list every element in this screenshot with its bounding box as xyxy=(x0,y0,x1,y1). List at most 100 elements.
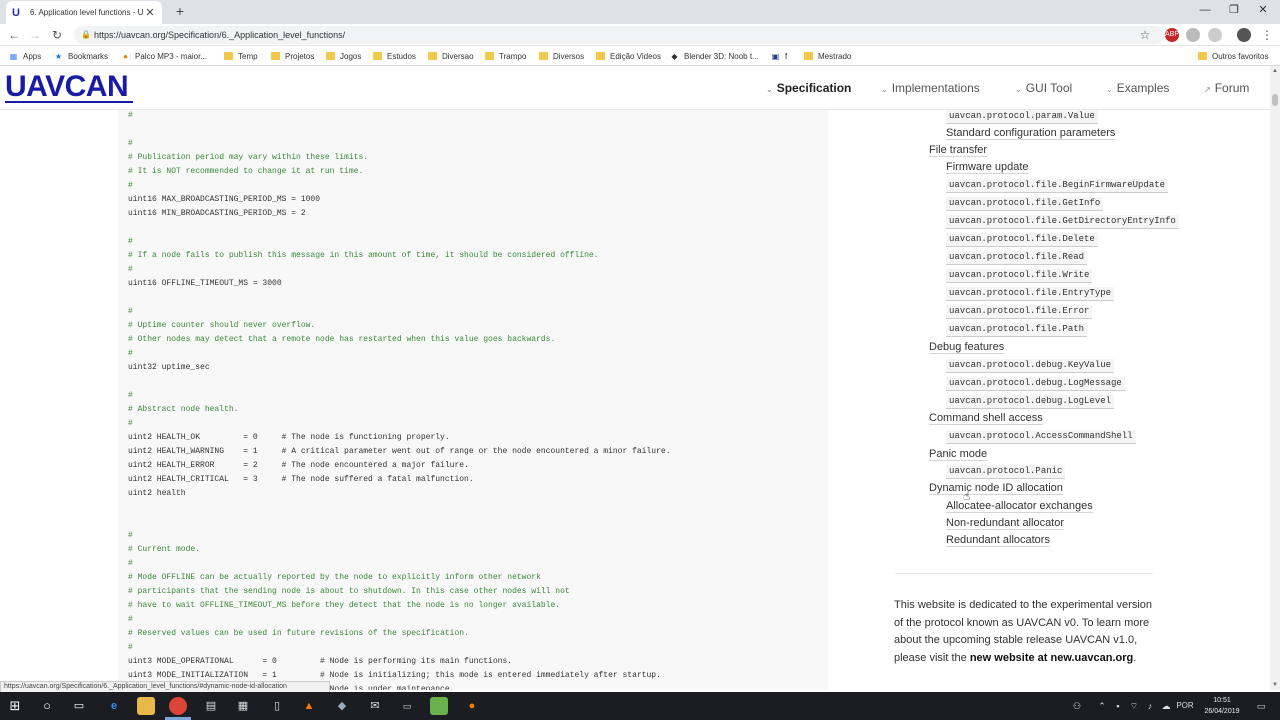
toc-code-link[interactable]: uavcan.protocol.file.EntryType xyxy=(946,287,1115,301)
nav-gui-tool[interactable]: ⌄ GUI Tool xyxy=(1015,81,1072,95)
bookmark-edicao-videos[interactable]: Edição Videos xyxy=(596,50,661,62)
toc-subsection-link[interactable]: Firmware update xyxy=(946,160,1029,174)
bookmark-temp[interactable]: Temp xyxy=(224,50,258,62)
scroll-down-arrow-icon[interactable]: ▼ xyxy=(1270,680,1280,690)
nav-forum[interactable]: ↗ Forum xyxy=(1204,81,1249,95)
toc-section-link[interactable]: File transfer xyxy=(929,143,988,157)
bookmark-projetos[interactable]: Projetos xyxy=(271,50,314,62)
terminal-icon[interactable]: ▭ xyxy=(398,697,416,715)
toc-section-link[interactable]: Debug features xyxy=(929,340,1005,354)
toc-code-link[interactable]: uavcan.protocol.debug.LogLevel xyxy=(946,395,1115,409)
extension-icon[interactable] xyxy=(1186,28,1200,42)
close-window-button[interactable]: ✕ xyxy=(1248,0,1278,20)
app-icon[interactable]: ◆ xyxy=(333,697,351,715)
code-line: # xyxy=(128,391,133,400)
page-scrollbar[interactable]: ▲ ▼ xyxy=(1270,66,1280,690)
extension-icon[interactable] xyxy=(1208,28,1222,42)
close-tab-icon[interactable]: ✕ xyxy=(144,6,156,19)
bookmark-blender[interactable]: ◆ Blender 3D: Noob t... xyxy=(670,50,758,62)
toc-link-label: Standard configuration parameters xyxy=(946,127,1116,140)
scroll-thumb[interactable] xyxy=(1272,94,1278,106)
code-line: uint16 MAX_BROADCASTING_PERIOD_MS = 1000 xyxy=(128,195,321,204)
toc-code-link[interactable]: uavcan.protocol.file.GetInfo xyxy=(946,197,1104,211)
bookmark-bookmarks[interactable]: ★ Bookmarks xyxy=(54,50,108,62)
matlab-icon[interactable]: ▲ xyxy=(300,697,318,715)
nav-implementations[interactable]: ⌄ Implementations xyxy=(881,81,980,95)
bookmark-trampo[interactable]: Trampo xyxy=(485,50,526,62)
bookmark-jogos[interactable]: Jogos xyxy=(326,50,361,62)
windows-start-icon[interactable]: ⊞ xyxy=(6,697,24,715)
people-icon[interactable]: ⚇ xyxy=(1070,692,1084,720)
code-line: uint3 MODE_INITIALIZATION = 1 # Node is … xyxy=(128,671,661,680)
toc-code-link[interactable]: uavcan.protocol.file.Error xyxy=(946,305,1093,319)
toc-link-label: Firmware update xyxy=(946,161,1029,174)
back-button[interactable]: ← xyxy=(6,27,22,43)
toc-section-link[interactable]: Dynamic node ID allocation xyxy=(929,481,1063,495)
toc-code-link[interactable]: uavcan.protocol.debug.LogMessage xyxy=(946,377,1125,391)
url-bar[interactable]: 🔒 https://uavcan.org/Specification/6._Ap… xyxy=(74,26,1164,44)
bookmark-apps[interactable]: ▦ Apps xyxy=(9,50,42,62)
folder-icon xyxy=(1198,52,1207,60)
nav-specification[interactable]: ⌄ Specification xyxy=(766,81,851,95)
device-icon[interactable]: ▯ xyxy=(268,697,286,715)
chrome-icon[interactable] xyxy=(169,697,187,715)
calculator-icon[interactable]: ▦ xyxy=(234,697,252,715)
store-icon[interactable]: ▤ xyxy=(202,697,220,715)
bookmark-f[interactable]: ▣ f xyxy=(771,50,788,62)
menu-icon[interactable]: ⋮ xyxy=(1259,27,1275,43)
toc-code-link[interactable]: uavcan.protocol.debug.KeyValue xyxy=(946,359,1115,373)
uavcan-logo[interactable]: UAVCAN xyxy=(5,72,129,102)
edge-icon[interactable]: e xyxy=(105,697,123,715)
toc-code-link[interactable]: uavcan.protocol.file.Delete xyxy=(946,233,1098,247)
language-indicator[interactable]: POR xyxy=(1176,692,1194,720)
system-clock[interactable]: 10:51 26/04/2019 xyxy=(1196,695,1248,717)
toc-code-link[interactable]: uavcan.protocol.Panic xyxy=(946,465,1066,479)
blender-icon[interactable]: ● xyxy=(463,697,481,715)
notifications-icon[interactable]: ▭ xyxy=(1254,692,1268,720)
mail-icon[interactable]: ✉ xyxy=(366,697,384,715)
new-tab-button[interactable]: + xyxy=(172,3,188,19)
toc-code-link[interactable]: uavcan.protocol.file.BeginFirmwareUpdate xyxy=(946,179,1169,193)
bookmark-estudos[interactable]: Estudos xyxy=(373,50,416,62)
document-app-icon[interactable] xyxy=(430,697,448,715)
bookmark-star-icon[interactable]: ☆ xyxy=(1137,27,1153,43)
browser-tab[interactable]: U 6. Application level functions - U ✕ xyxy=(6,1,162,24)
toc-code-link[interactable]: uavcan.protocol.file.Path xyxy=(946,323,1088,337)
toc-code-link[interactable]: uavcan.protocol.AccessCommandShell xyxy=(946,430,1136,444)
toc-subsection-link[interactable]: Redundant allocators xyxy=(946,533,1050,547)
bookmark-diversao[interactable]: Diversao xyxy=(428,50,474,62)
toc-subsection-link[interactable]: Standard configuration parameters xyxy=(946,126,1116,140)
toc-code-link[interactable]: uavcan.protocol.file.GetDirectoryEntryIn… xyxy=(946,215,1179,229)
wifi-icon[interactable]: ⌔ xyxy=(1128,692,1140,720)
toc-code-link[interactable]: uavcan.protocol.file.Write xyxy=(946,269,1093,283)
profile-avatar[interactable] xyxy=(1237,28,1251,42)
bookmark-other[interactable]: Outros favoritos xyxy=(1198,50,1268,62)
minimize-button[interactable]: — xyxy=(1190,0,1220,20)
nav-examples[interactable]: ⌄ Examples xyxy=(1106,81,1169,95)
search-icon[interactable]: ○ xyxy=(38,697,56,715)
new-website-link[interactable]: new website at new.uavcan.org xyxy=(970,652,1133,664)
toc-section-link[interactable]: Panic mode xyxy=(929,447,988,461)
divider xyxy=(895,573,1153,574)
forward-button[interactable]: → xyxy=(27,27,43,43)
reload-button[interactable]: ↻ xyxy=(49,27,65,43)
bookmark-mestrado[interactable]: Mestrado xyxy=(804,50,851,62)
cloud-icon[interactable]: ☁ xyxy=(1160,692,1172,720)
show-hidden-icons-icon[interactable]: ⌃ xyxy=(1096,692,1108,720)
tray-app-icon[interactable]: ▪ xyxy=(1112,692,1124,720)
restore-button[interactable]: ❐ xyxy=(1219,0,1249,20)
toc-code-link[interactable]: uavcan.protocol.param.Value xyxy=(946,110,1098,124)
file-explorer-icon[interactable] xyxy=(137,697,155,715)
task-view-icon[interactable]: ▭ xyxy=(70,697,88,715)
scroll-up-arrow-icon[interactable]: ▲ xyxy=(1270,66,1280,76)
bookmark-diversos[interactable]: Diversos xyxy=(539,50,584,62)
bookmark-palco[interactable]: ● Palco MP3 - maior... xyxy=(121,50,207,62)
adblock-icon[interactable]: ABP xyxy=(1165,28,1179,42)
folder-icon xyxy=(373,52,382,60)
bookmarks-bar: ▦ Apps ★ Bookmarks ● Palco MP3 - maior... T… xyxy=(0,46,1280,66)
volume-icon[interactable]: ♪ xyxy=(1144,692,1156,720)
toc-code-link[interactable]: uavcan.protocol.file.Read xyxy=(946,251,1088,265)
toc-section-link[interactable]: Command shell access xyxy=(929,411,1043,425)
toc-subsection-link[interactable]: Non-redundant allocator xyxy=(946,516,1065,530)
code-line: # xyxy=(128,419,133,428)
